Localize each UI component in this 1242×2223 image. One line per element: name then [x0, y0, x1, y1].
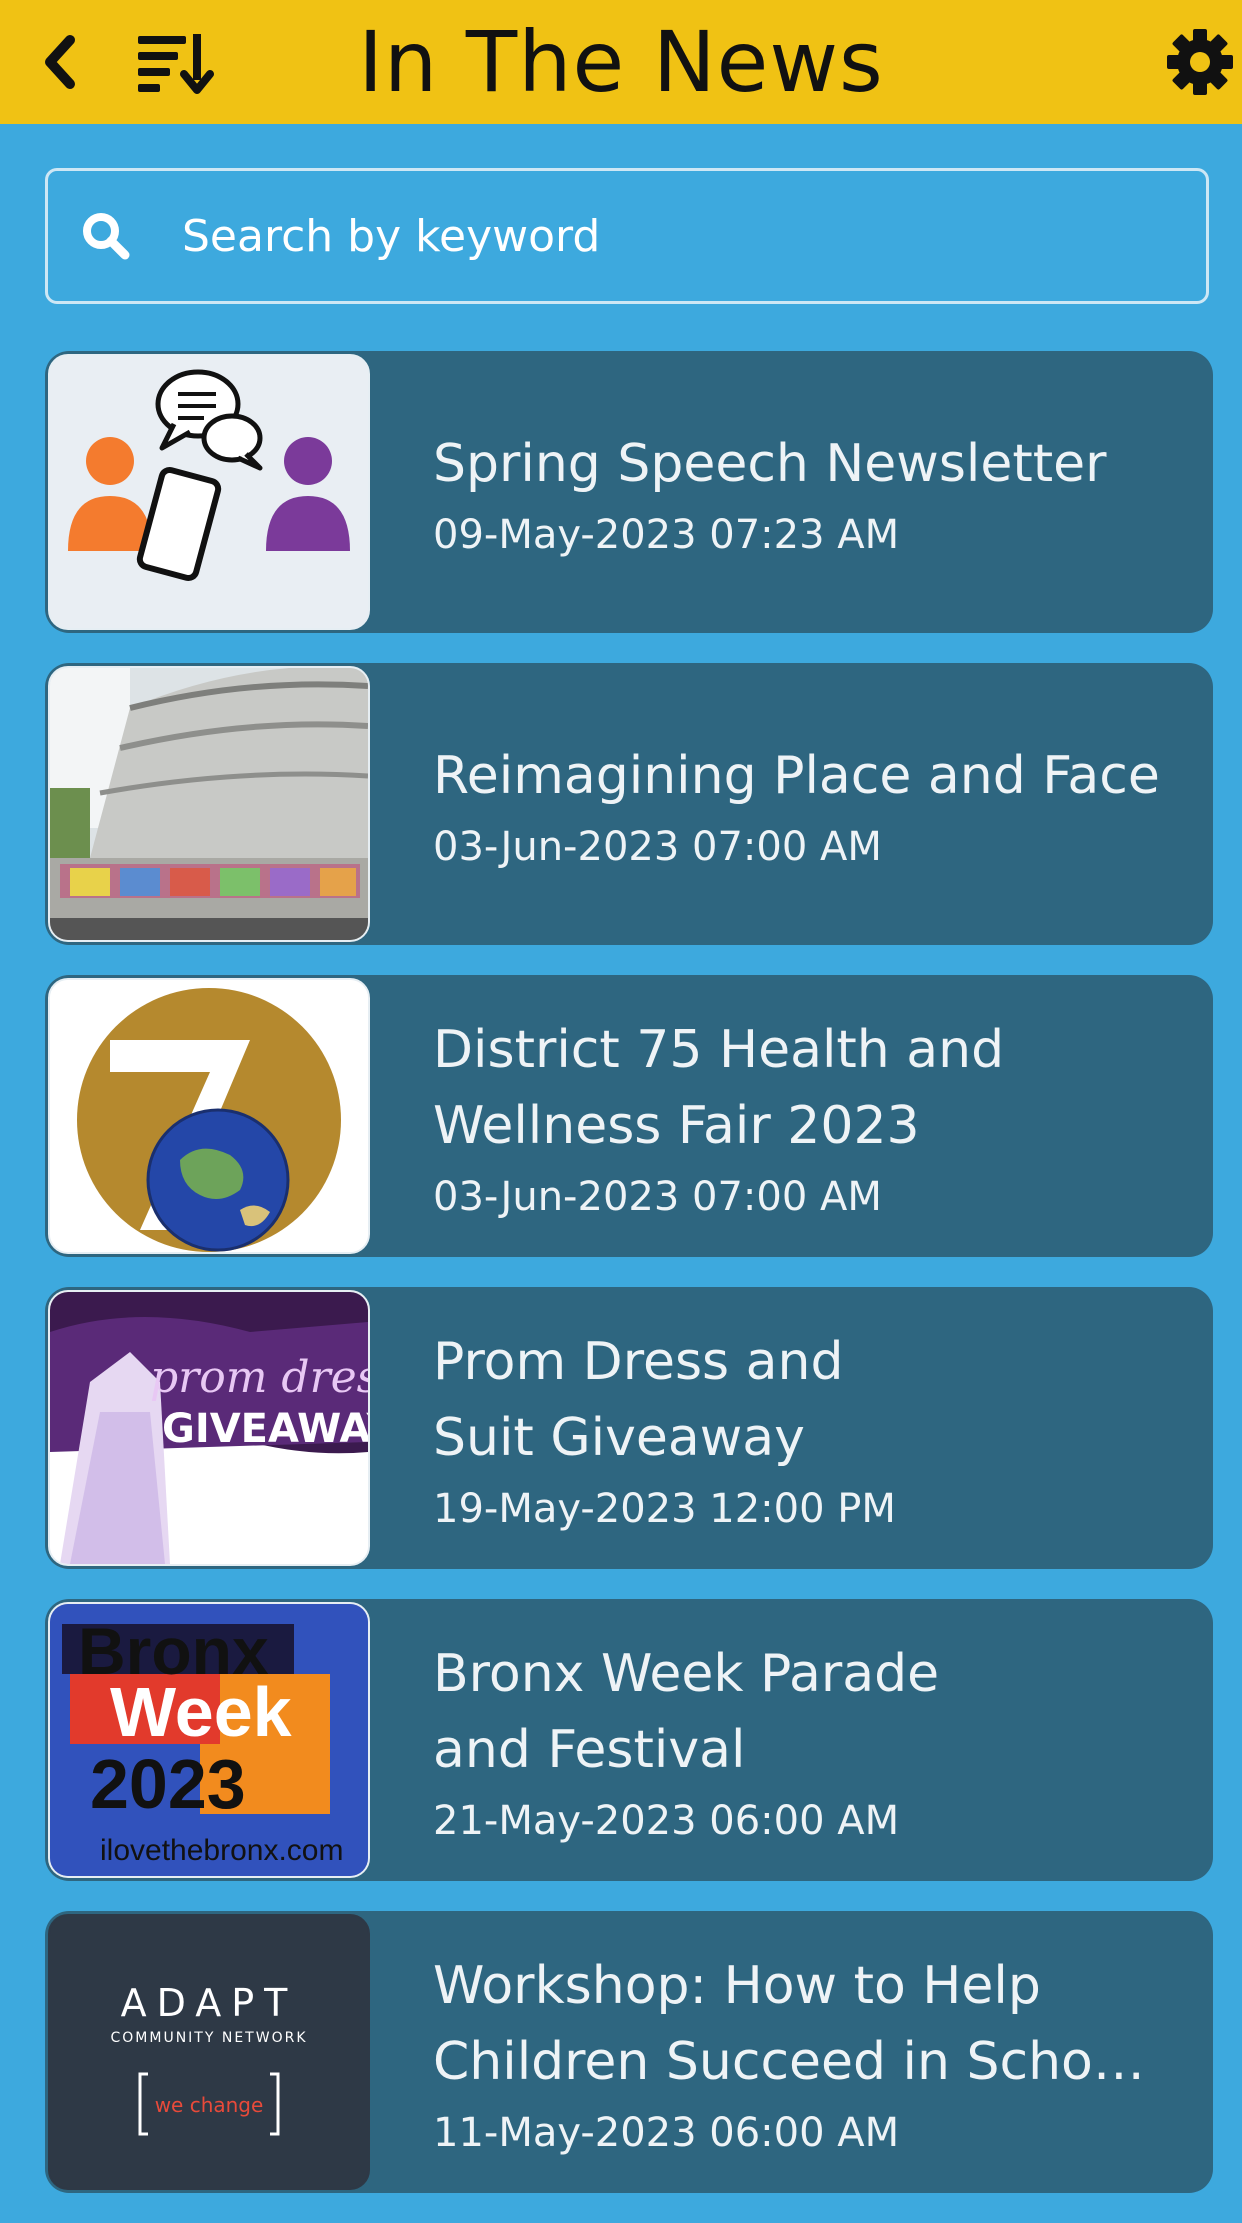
news-thumbnail: [48, 978, 370, 1254]
news-item[interactable]: prom dress GIVEAWAY Prom Dress and Suit …: [45, 1287, 1213, 1569]
news-item[interactable]: ADAPT COMMUNITY NETWORK we change Worksh…: [45, 1911, 1213, 2193]
search-icon: [76, 206, 136, 266]
community-network-text: COMMUNITY NETWORK: [111, 2030, 308, 2046]
prom-dress-script-text: prom dress: [150, 1352, 368, 1403]
news-title: Spring Speech Newsletter: [433, 434, 1107, 494]
chevron-left-icon: [45, 35, 75, 89]
news-date: 19-May-2023 12:00 PM: [433, 1486, 896, 1532]
news-thumbnail: [48, 354, 370, 630]
we-change-text: we change: [155, 2093, 264, 2117]
year-text: 2023: [90, 1745, 246, 1823]
bronx-week-logo: Bronx Week 2023 ilovethebronx.com: [50, 1604, 368, 1876]
news-item[interactable]: District 75 Health and Wellness Fair 202…: [45, 975, 1213, 1257]
adapt-logo: ADAPT COMMUNITY NETWORK we change: [50, 1916, 368, 2188]
gear-icon: [1167, 29, 1233, 95]
news-item[interactable]: Spring Speech Newsletter 09-May-2023 07:…: [45, 351, 1213, 633]
news-thumbnail: Bronx Week 2023 ilovethebronx.com: [48, 1602, 370, 1878]
news-date: 11-May-2023 06:00 AM: [433, 2110, 900, 2156]
news-date: 21-May-2023 06:00 AM: [433, 1798, 900, 1844]
news-title: Bronx Week Parade and Festival: [433, 1644, 940, 1780]
news-title: Prom Dress and Suit Giveaway: [433, 1332, 844, 1468]
search-bar[interactable]: [45, 168, 1209, 304]
news-date: 09-May-2023 07:23 AM: [433, 512, 900, 558]
news-date: 03-Jun-2023 07:00 AM: [433, 1174, 882, 1220]
week-text: Week: [110, 1673, 292, 1751]
news-item[interactable]: Reimagining Place and Face 03-Jun-2023 0…: [45, 663, 1213, 945]
news-list: Spring Speech Newsletter 09-May-2023 07:…: [45, 351, 1213, 2223]
settings-button[interactable]: [1160, 22, 1240, 102]
news-thumbnail: prom dress GIVEAWAY: [48, 1290, 370, 1566]
sort-button[interactable]: [132, 26, 216, 98]
sort-descending-icon: [138, 34, 214, 94]
news-item[interactable]: Bronx Week 2023 ilovethebronx.com Bronx …: [45, 1599, 1213, 1881]
news-title: District 75 Health and Wellness Fair 202…: [433, 1020, 1005, 1156]
museum-photo: [50, 668, 368, 940]
news-title: Workshop: How to Help Children Succeed i…: [433, 1956, 1145, 2092]
page-title: In The News: [358, 13, 884, 111]
district-75-logo: [50, 980, 368, 1252]
app-header: In The News: [0, 0, 1242, 124]
speech-chat-image: [50, 356, 368, 628]
back-button[interactable]: [32, 28, 88, 96]
news-date: 03-Jun-2023 07:00 AM: [433, 824, 882, 870]
news-thumbnail: ADAPT COMMUNITY NETWORK we change: [48, 1914, 370, 2190]
website-text: ilovethebronx.com: [100, 1834, 343, 1867]
news-thumbnail: [48, 666, 370, 942]
giveaway-text: GIVEAWAY: [162, 1406, 368, 1452]
search-input[interactable]: [180, 209, 1084, 263]
prom-dress-giveaway: prom dress GIVEAWAY: [50, 1292, 368, 1564]
adapt-text: ADAPT: [121, 1981, 298, 2025]
news-title: Reimagining Place and Face: [433, 746, 1160, 806]
